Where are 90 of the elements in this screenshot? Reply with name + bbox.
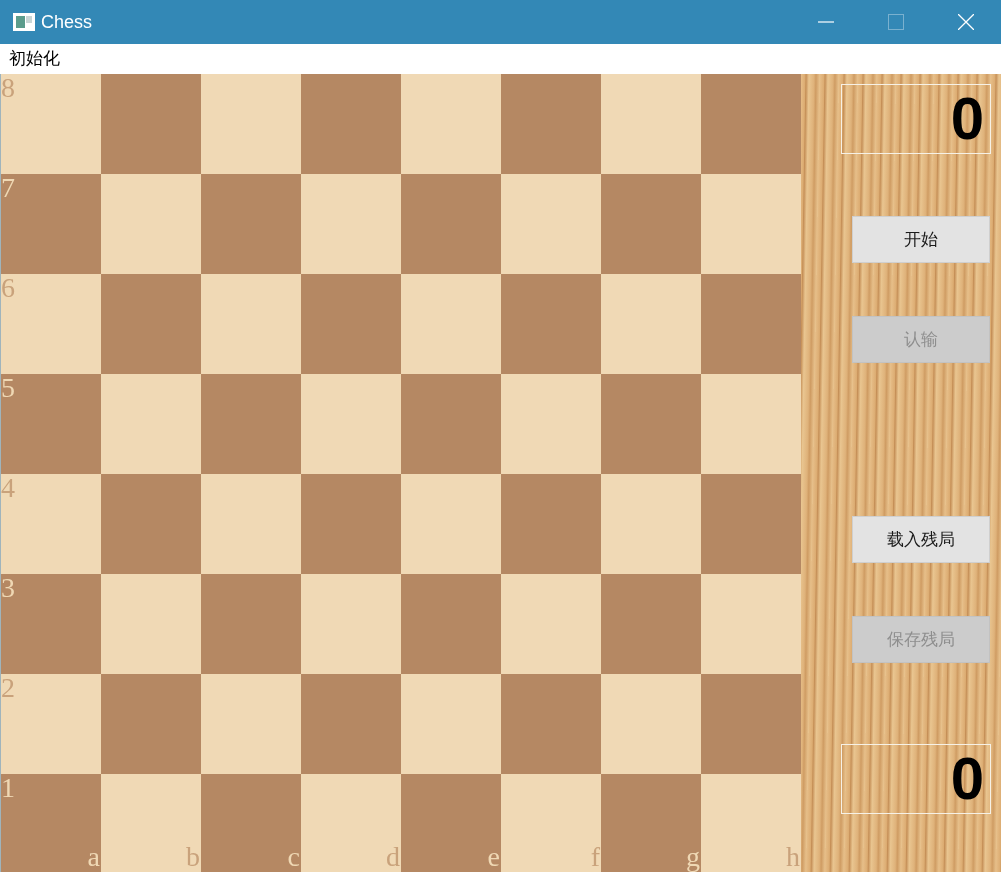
dark-square[interactable] xyxy=(501,674,601,774)
dark-square[interactable]: 7 xyxy=(1,174,101,274)
dark-square[interactable] xyxy=(201,374,301,474)
light-square[interactable]: 6 xyxy=(1,274,101,374)
file-label: b xyxy=(186,843,200,871)
dark-square[interactable]: 5 xyxy=(1,374,101,474)
dark-square[interactable]: 1 a xyxy=(1,774,101,872)
rank-label: 6 xyxy=(1,274,15,302)
light-square[interactable]: d xyxy=(301,774,401,872)
light-square[interactable] xyxy=(301,374,401,474)
light-square[interactable] xyxy=(601,274,701,374)
light-square[interactable] xyxy=(201,674,301,774)
file-label: d xyxy=(386,843,400,871)
dark-square[interactable] xyxy=(401,574,501,674)
minimize-icon xyxy=(818,21,834,23)
window-title: Chess xyxy=(41,13,93,31)
dark-square[interactable] xyxy=(601,574,701,674)
rank-label: 8 xyxy=(1,74,15,102)
rank-label: 1 xyxy=(1,774,15,802)
dark-square[interactable]: g xyxy=(601,774,701,872)
light-square[interactable] xyxy=(601,74,701,174)
panel-button[interactable]: 载入残局 xyxy=(852,516,990,563)
file-label: h xyxy=(786,843,800,871)
dark-square[interactable] xyxy=(401,174,501,274)
light-square[interactable]: 4 xyxy=(1,474,101,574)
dark-square[interactable] xyxy=(601,374,701,474)
light-square[interactable] xyxy=(701,374,801,474)
light-square[interactable]: b xyxy=(101,774,201,872)
counter-digit: 0 xyxy=(950,749,984,809)
menu-item[interactable]: 初始化 xyxy=(0,47,69,71)
file-label: e xyxy=(487,843,500,871)
dark-square[interactable] xyxy=(201,174,301,274)
light-square[interactable] xyxy=(101,174,201,274)
dark-square[interactable] xyxy=(501,274,601,374)
light-square[interactable] xyxy=(701,574,801,674)
panel-button[interactable]: 开始 xyxy=(852,216,990,263)
dark-square[interactable] xyxy=(701,474,801,574)
light-square[interactable] xyxy=(401,274,501,374)
dark-square[interactable] xyxy=(701,74,801,174)
dark-square[interactable] xyxy=(301,274,401,374)
dark-square[interactable] xyxy=(201,574,301,674)
rank-label: 5 xyxy=(1,374,15,402)
rank-label: 3 xyxy=(1,574,15,602)
light-square[interactable] xyxy=(101,374,201,474)
light-square[interactable]: 8 xyxy=(1,74,101,174)
light-square[interactable] xyxy=(201,474,301,574)
dark-square[interactable]: 3 xyxy=(1,574,101,674)
dark-square[interactable] xyxy=(101,274,201,374)
dark-square[interactable] xyxy=(101,674,201,774)
dark-square[interactable] xyxy=(701,674,801,774)
light-square[interactable] xyxy=(401,674,501,774)
rank-label: 7 xyxy=(1,174,15,202)
maximize-icon xyxy=(888,14,904,30)
dark-square[interactable] xyxy=(701,274,801,374)
close-icon xyxy=(958,14,974,30)
light-square[interactable] xyxy=(601,474,701,574)
rank-label: 2 xyxy=(1,674,15,702)
counter-digit: 0 xyxy=(950,89,984,149)
light-square[interactable] xyxy=(701,174,801,274)
dark-square[interactable]: c xyxy=(201,774,301,872)
light-square[interactable] xyxy=(501,174,601,274)
light-square[interactable] xyxy=(501,374,601,474)
dark-square[interactable] xyxy=(501,74,601,174)
light-square[interactable]: f xyxy=(501,774,601,872)
light-square[interactable] xyxy=(401,74,501,174)
app-window-icon xyxy=(13,13,35,31)
dark-square[interactable] xyxy=(501,474,601,574)
light-square[interactable] xyxy=(401,474,501,574)
file-label: a xyxy=(87,843,100,871)
file-label: c xyxy=(287,843,300,871)
dark-square[interactable] xyxy=(301,674,401,774)
dark-square[interactable] xyxy=(101,474,201,574)
file-label: g xyxy=(686,843,700,871)
light-square[interactable] xyxy=(301,174,401,274)
dark-square[interactable] xyxy=(401,374,501,474)
dark-square[interactable] xyxy=(601,174,701,274)
light-square[interactable] xyxy=(201,274,301,374)
dark-square[interactable] xyxy=(101,74,201,174)
dark-square[interactable]: e xyxy=(401,774,501,872)
dark-square[interactable] xyxy=(301,74,401,174)
light-square[interactable] xyxy=(301,574,401,674)
light-square[interactable] xyxy=(601,674,701,774)
dark-square[interactable] xyxy=(301,474,401,574)
light-square[interactable] xyxy=(201,74,301,174)
light-square[interactable]: h xyxy=(701,774,801,872)
light-square[interactable]: 2 xyxy=(1,674,101,774)
file-label: f xyxy=(590,843,600,871)
light-square[interactable] xyxy=(101,574,201,674)
light-square[interactable] xyxy=(501,574,601,674)
rank-label: 4 xyxy=(1,474,15,502)
